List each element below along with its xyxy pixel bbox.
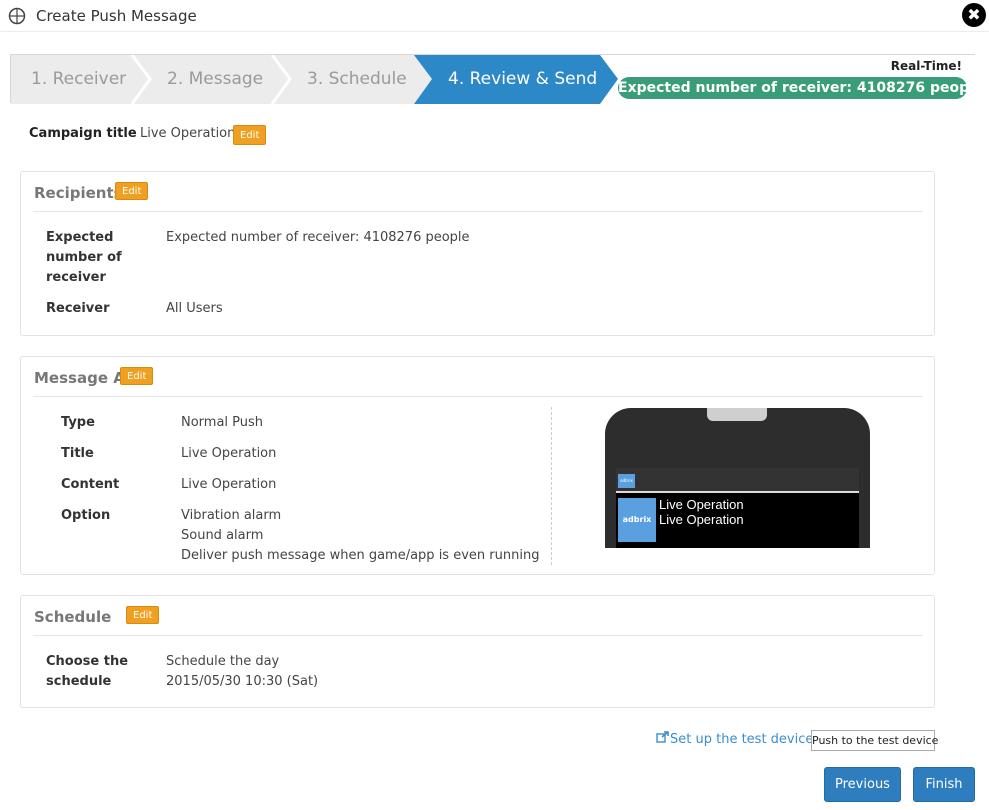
option-deliver-running: Deliver push message when game/app is ev…	[181, 548, 540, 563]
step-review-send[interactable]: 4. Review & Send	[448, 69, 597, 89]
message-title: Message A	[34, 369, 125, 387]
setup-test-device-text[interactable]: Set up the test device	[670, 732, 813, 747]
expected-receiver-label: Expected number of receiver	[46, 230, 122, 285]
close-icon[interactable]: ✖	[962, 3, 986, 27]
message-panel: Message A Edit Type Normal Push Title Li…	[20, 356, 935, 575]
campaign-edit-button[interactable]: Edit	[233, 125, 267, 145]
notification-title: Live Operation	[659, 497, 744, 512]
option-sound: Sound alarm	[181, 528, 264, 543]
content-value: Live Operation	[181, 477, 277, 492]
title-bar: Create Push Message ✖	[0, 0, 989, 32]
app-icon: adbrix	[618, 498, 656, 542]
step-message[interactable]: 2. Message	[167, 69, 263, 89]
phone-status-bar: adbrix	[616, 468, 859, 493]
schedule-label: Choose the schedule	[46, 654, 129, 689]
message-edit-button[interactable]: Edit	[120, 367, 154, 385]
external-link-icon	[656, 731, 669, 743]
window-title: Create Push Message	[36, 7, 197, 25]
recipients-header: Recipients Edit	[33, 172, 923, 212]
type-value: Normal Push	[181, 415, 264, 430]
step-schedule[interactable]: 3. Schedule	[307, 69, 407, 89]
schedule-value-type: Schedule the day	[166, 654, 280, 669]
phone-speaker	[707, 408, 767, 421]
step-receiver[interactable]: 1. Receiver	[31, 69, 126, 89]
message-header: Message A Edit	[33, 357, 923, 397]
title-value: Live Operation	[181, 446, 277, 461]
divider	[551, 407, 552, 565]
push-test-device-button[interactable]: Push to the test device	[811, 730, 938, 751]
realtime-label: Real-Time!	[890, 59, 962, 73]
schedule-title: Schedule	[34, 608, 112, 626]
setup-test-device-link[interactable]: Set up the test device	[656, 731, 813, 747]
recipients-panel: Recipients Edit Expected number of recei…	[20, 171, 935, 336]
finish-button[interactable]: Finish	[913, 767, 975, 802]
recipients-title: Recipients	[34, 184, 123, 202]
title-label: Title	[61, 446, 94, 461]
receiver-label: Receiver	[46, 301, 110, 316]
receiver-value: All Users	[166, 301, 223, 316]
schedule-value-datetime: 2015/05/30 10:30 (Sat)	[166, 674, 319, 689]
schedule-header: Schedule Edit	[33, 596, 923, 636]
expected-receiver-badge: Expected number of receiver: 4108276 peo…	[618, 77, 983, 99]
phone-preview: adbrix adbrix Live Operation Live Operat…	[605, 408, 870, 548]
recipients-edit-button[interactable]: Edit	[115, 182, 149, 200]
schedule-panel: Schedule Edit Choose the schedule Schedu…	[20, 595, 935, 708]
expected-receiver-value: Expected number of receiver: 4108276 peo…	[166, 230, 470, 245]
wizard-steps: 1. Receiver 2. Message 3. Schedule 4. Re…	[10, 54, 983, 104]
campaign-title-value: Live Operation	[140, 126, 236, 141]
app-mini-icon: adbrix	[618, 474, 635, 488]
campaign-title-label: Campaign title	[29, 126, 137, 141]
option-vibration: Vibration alarm	[181, 508, 282, 523]
notification-content: Live Operation	[659, 512, 744, 527]
content-label: Content	[61, 477, 120, 492]
type-label: Type	[61, 415, 95, 430]
option-label: Option	[61, 508, 111, 523]
schedule-edit-button[interactable]: Edit	[126, 606, 160, 624]
phone-screen: adbrix adbrix Live Operation Live Operat…	[616, 468, 859, 548]
crosshair-logo-icon	[8, 7, 26, 25]
previous-button[interactable]: Previous	[824, 767, 901, 802]
